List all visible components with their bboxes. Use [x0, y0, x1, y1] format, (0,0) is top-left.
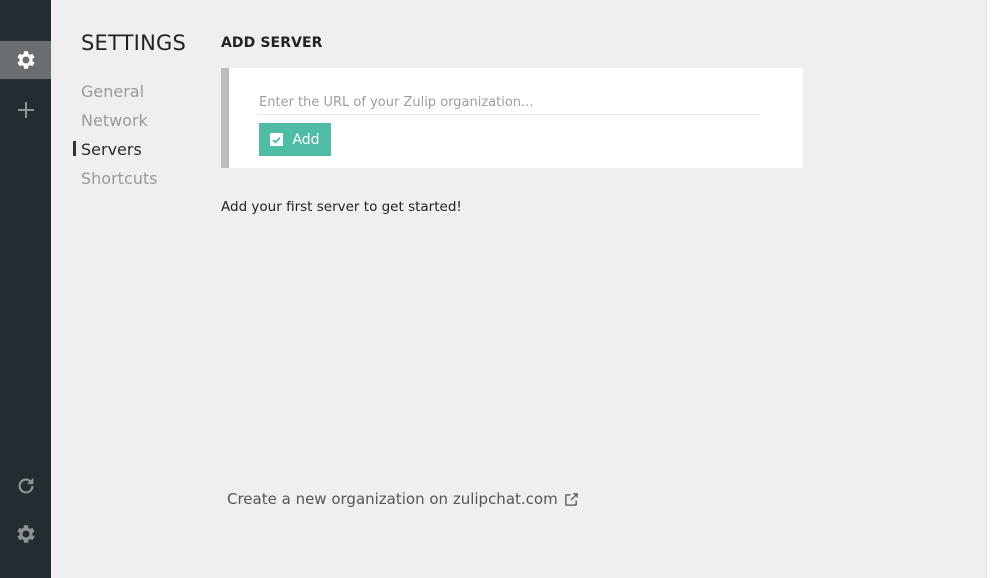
nav-item-servers[interactable]: Servers [72, 138, 157, 167]
sidebar-reload-button[interactable] [0, 467, 51, 505]
reload-icon [18, 477, 34, 494]
settings-title: SETTINGS [81, 31, 186, 55]
checkbox-check-icon [270, 133, 284, 146]
add-button-label: Add [292, 131, 320, 148]
add-server-card: Add [221, 68, 803, 168]
nav-item-network[interactable]: Network [81, 109, 157, 138]
empty-servers-message: Add your first server to get started! [221, 199, 462, 215]
add-server-title: ADD SERVER [221, 35, 323, 51]
create-organization-label: Create a new organization on zulipchat.c… [227, 490, 558, 508]
external-link-icon [564, 492, 578, 506]
add-server-button[interactable]: Add [259, 123, 331, 156]
plus-icon [17, 102, 34, 118]
app-sidebar [0, 0, 51, 578]
settings-nav: General Network Servers Shortcuts [72, 80, 157, 196]
server-url-input[interactable] [259, 90, 760, 115]
sidebar-add-server-button[interactable] [0, 91, 51, 129]
sidebar-bottom-settings-button[interactable] [0, 515, 51, 553]
nav-item-shortcuts[interactable]: Shortcuts [81, 167, 157, 196]
create-organization-link[interactable]: Create a new organization on zulipchat.c… [227, 490, 579, 508]
window-right-edge [986, 0, 1000, 578]
gear-icon [16, 525, 35, 543]
sidebar-settings-button[interactable] [0, 41, 51, 79]
gear-icon [16, 51, 35, 69]
nav-item-general[interactable]: General [81, 80, 157, 109]
